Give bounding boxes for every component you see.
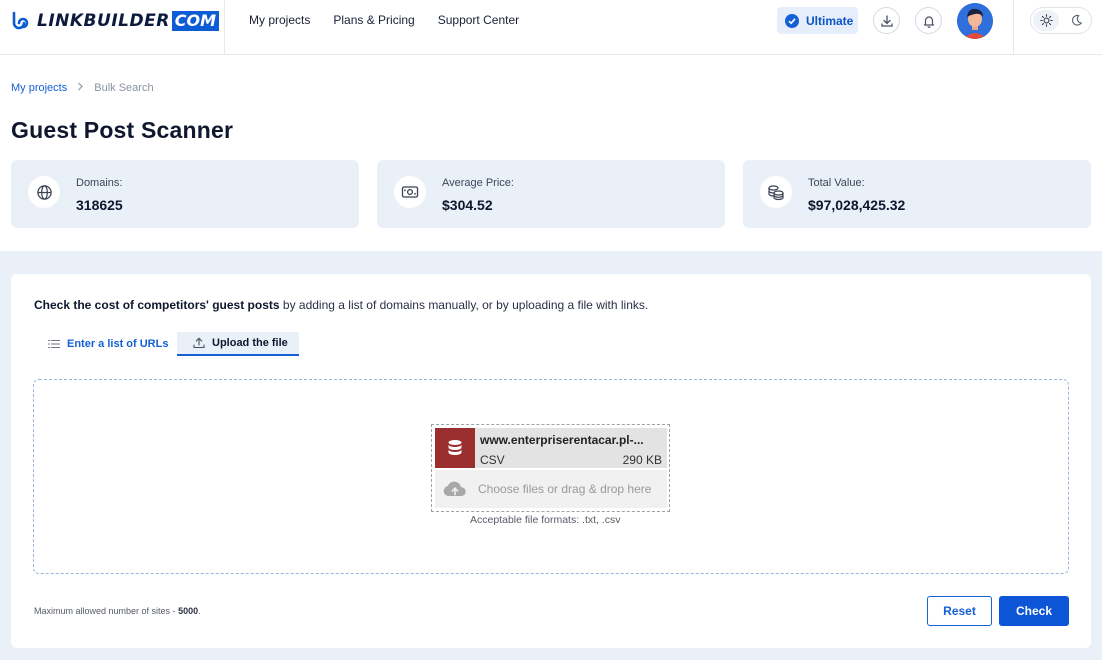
choose-files-button[interactable]: Choose files or drag & drop here xyxy=(435,470,667,508)
file-size: 290 KB xyxy=(622,453,662,467)
stat-label: Average Price: xyxy=(442,177,514,189)
plan-badge[interactable]: Ultimate xyxy=(777,7,858,34)
page-title: Guest Post Scanner xyxy=(11,117,234,143)
file-name: www.enterpriserentacar.pl-... xyxy=(480,433,644,447)
logo-suffix: COM xyxy=(171,11,220,31)
sun-icon xyxy=(1039,14,1053,27)
stat-card-total-value: Total Value: $97,028,425.32 xyxy=(743,160,1091,228)
notifications-button[interactable] xyxy=(915,7,942,34)
list-icon xyxy=(48,339,60,349)
cloud-upload-icon xyxy=(443,481,466,496)
stat-card-average-price: Average Price: $304.52 xyxy=(377,160,725,228)
reset-button[interactable]: Reset xyxy=(927,596,992,626)
max-sites-suffix: . xyxy=(198,606,201,616)
max-sites-value: 5000 xyxy=(178,606,199,616)
header-divider-right xyxy=(1013,0,1014,55)
top-navigation-bar: LINKBUILDER COM My projects Plans & Pric… xyxy=(0,0,1102,55)
globe-icon xyxy=(28,176,60,208)
upload-icon xyxy=(193,337,205,349)
acceptable-formats-note: Acceptable file formats: .txt, .csv xyxy=(470,514,621,526)
stat-label: Domains: xyxy=(76,177,123,189)
download-icon xyxy=(880,14,893,27)
max-sites-prefix: Maximum allowed number of sites - xyxy=(34,606,179,616)
check-badge-icon xyxy=(785,13,799,28)
nav-my-projects[interactable]: My projects xyxy=(249,13,310,27)
choose-files-text: Choose files or drag & drop here xyxy=(478,482,652,496)
moon-icon xyxy=(1071,14,1082,26)
intro-rest: by adding a list of domains manually, or… xyxy=(279,298,649,312)
logo-icon xyxy=(12,11,29,30)
avatar-illustration xyxy=(957,3,993,39)
user-avatar[interactable] xyxy=(957,3,993,39)
logo-wordmark: LINKBUILDER xyxy=(37,11,170,31)
stat-value: $304.52 xyxy=(442,197,493,213)
breadcrumb-my-projects[interactable]: My projects xyxy=(11,82,67,94)
file-uploader[interactable]: www.enterpriserentacar.pl-... CSV 290 KB… xyxy=(431,424,670,512)
intro-bold: Check the cost of competitors' guest pos… xyxy=(34,298,280,312)
main-nav: My projects Plans & Pricing Support Cent… xyxy=(249,13,519,27)
download-button[interactable] xyxy=(873,7,900,34)
breadcrumb-current: Bulk Search xyxy=(94,82,154,94)
stat-card-domains: Domains: 318625 xyxy=(11,160,359,228)
uploaded-file-item[interactable]: www.enterpriserentacar.pl-... CSV 290 KB xyxy=(435,428,667,468)
light-theme-option[interactable] xyxy=(1033,10,1059,31)
database-file-icon xyxy=(435,428,475,468)
logo[interactable]: LINKBUILDER COM xyxy=(11,10,220,32)
nav-support-center[interactable]: Support Center xyxy=(438,13,519,27)
tab-enter-urls[interactable]: Enter a list of URLs xyxy=(34,332,177,356)
tab-upload-file[interactable]: Upload the file xyxy=(177,332,299,356)
header-divider xyxy=(224,0,225,55)
coins-icon xyxy=(760,176,792,208)
dark-theme-option[interactable] xyxy=(1063,10,1089,31)
check-button[interactable]: Check xyxy=(999,596,1069,626)
tab-label: Upload the file xyxy=(212,337,288,349)
chevron-right-icon xyxy=(77,82,84,94)
nav-plans-pricing[interactable]: Plans & Pricing xyxy=(333,13,414,27)
stat-value: 318625 xyxy=(76,197,123,213)
scanner-intro-text: Check the cost of competitors' guest pos… xyxy=(34,298,648,312)
breadcrumb: My projects Bulk Search xyxy=(11,82,154,94)
bell-icon xyxy=(923,15,934,28)
theme-toggle[interactable] xyxy=(1030,7,1092,34)
file-type: CSV xyxy=(480,453,505,467)
tab-label: Enter a list of URLs xyxy=(67,338,169,350)
max-sites-note: Maximum allowed number of sites - 5000. xyxy=(34,606,201,616)
stat-label: Total Value: xyxy=(808,177,865,189)
plan-badge-label: Ultimate xyxy=(806,13,854,28)
stat-value: $97,028,425.32 xyxy=(808,197,906,213)
money-icon xyxy=(394,176,426,208)
